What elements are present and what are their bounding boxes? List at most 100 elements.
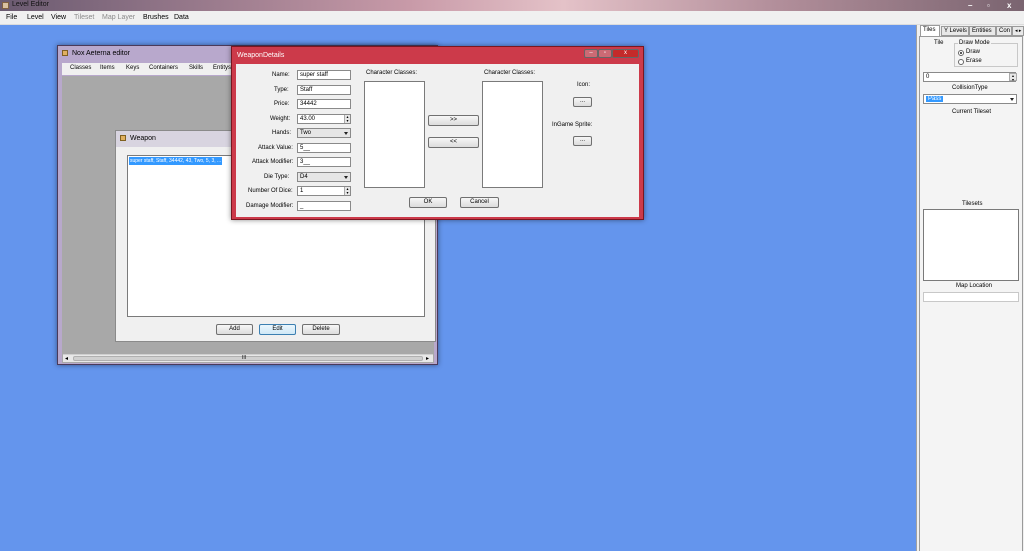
character-classes-right-label: Character Classes: [484, 70, 536, 76]
draw-option-label: Draw [966, 49, 981, 55]
hands-label: Hands: [272, 130, 292, 136]
weapon-list-item[interactable]: super staff, Staff, 34442, 43, Two, 5, 3… [129, 157, 223, 165]
main-window-controls: – ▫ x [960, 0, 1024, 11]
attack-modifier-input[interactable]: 3__ [297, 157, 351, 167]
tab-containers[interactable]: Con [996, 26, 1012, 36]
weapon-details-title: WeaponDetails [237, 52, 285, 59]
tab-entities[interactable]: Entities [969, 26, 996, 36]
details-close-button[interactable]: x [612, 49, 639, 58]
scroll-grip-icon: III [242, 355, 247, 361]
number-of-dice-label: Number Of Dice: [248, 188, 293, 194]
minimize-button[interactable]: – [968, 1, 972, 10]
weapon-details-form: Name: super staff Type: Staff Price: 344… [236, 64, 639, 217]
price-label: Price: [274, 101, 290, 107]
collision-type-label: CollisionType [952, 85, 988, 91]
icon-label: Icon: [577, 82, 591, 88]
ok-button[interactable]: OK [409, 197, 447, 208]
scroll-right-icon[interactable]: ▸ [426, 355, 429, 362]
weapon-window-title: Weapon [130, 135, 156, 142]
weapon-window-icon [120, 135, 126, 141]
nox-menu-containers[interactable]: Containers [149, 65, 178, 71]
close-button[interactable]: x [1007, 1, 1011, 10]
menu-level[interactable]: Level [27, 14, 44, 21]
nox-menu-classes[interactable]: Classes [70, 65, 91, 71]
tiles-tab-body: Tile Draw Mode Draw Erase 0 ▴ ▾ Collision… [919, 36, 1023, 555]
delete-button[interactable]: Delete [302, 324, 340, 335]
chevron-down-icon [344, 132, 348, 135]
attack-modifier-label: Attack Modifier: [252, 159, 294, 165]
maximize-button[interactable]: ▫ [987, 1, 990, 10]
die-type-value: D4 [300, 174, 308, 180]
name-input[interactable]: super staff [297, 70, 351, 80]
tiles-panel: Tiles Y Levels Entities Con ◂ ▸ Tile Dra… [916, 25, 1024, 555]
menu-view[interactable]: View [51, 14, 66, 21]
tilesets-list[interactable] [923, 209, 1019, 281]
sprite-browse-button[interactable]: ... [573, 136, 592, 146]
tab-scroll-arrows[interactable]: ◂ ▸ [1012, 26, 1024, 36]
menu-file[interactable]: File [6, 14, 17, 21]
hands-select[interactable]: Two [297, 128, 351, 138]
number-of-dice-value: 1 [300, 188, 304, 194]
weight-spinner[interactable]: ▴ ▾ [344, 115, 350, 123]
details-minimize-button[interactable]: – [584, 49, 598, 58]
menu-map-layer[interactable]: Map Layer [102, 14, 135, 21]
character-classes-left-label: Character Classes: [366, 70, 418, 76]
cancel-button[interactable]: Cancel [460, 197, 499, 208]
tab-tiles[interactable]: Tiles [920, 25, 940, 36]
details-maximize-button[interactable]: ▫ [598, 49, 612, 58]
die-type-select[interactable]: D4 [297, 172, 351, 182]
tile-number-input[interactable]: 0 [923, 72, 1016, 82]
chevron-down-icon [1010, 98, 1014, 101]
erase-radio[interactable] [958, 59, 964, 65]
menu-bar: File Level View Tileset Map Layer Brushe… [0, 11, 1024, 25]
draw-radio[interactable] [958, 50, 964, 56]
weapon-details-window: WeaponDetails – ▫ x Name: super staff Ty… [231, 46, 644, 220]
menu-brushes[interactable]: Brushes [143, 14, 169, 21]
app-title: Level Editor [12, 1, 49, 8]
tab-y-levels[interactable]: Y Levels [941, 26, 969, 36]
nox-horizontal-scrollbar[interactable]: ◂ III ▸ [63, 354, 433, 362]
menu-data[interactable]: Data [174, 14, 189, 21]
add-class-button[interactable]: >> [428, 115, 479, 126]
damage-modifier-label: Damage Modifier: [246, 203, 294, 209]
scroll-thumb[interactable] [73, 356, 423, 361]
attack-value-input[interactable]: 5__ [297, 143, 351, 153]
icon-browse-button[interactable]: ... [573, 97, 592, 107]
weight-value: 43.00 [300, 116, 316, 122]
type-input[interactable]: Staff [297, 85, 351, 95]
weight-label: Weight: [270, 116, 291, 122]
die-type-label: Die Type: [264, 174, 290, 180]
nox-menu-items[interactable]: Items [100, 65, 115, 71]
erase-option-label: Erase [966, 58, 982, 64]
ingame-sprite-label: InGame Sprite: [552, 122, 593, 128]
tile-number-spinner[interactable]: ▴ ▾ [1009, 73, 1017, 82]
price-input[interactable]: 34442 [297, 99, 351, 109]
edit-button[interactable]: Edit [259, 324, 296, 335]
name-label: Name: [272, 72, 290, 78]
collision-type-value: Pass [926, 96, 944, 102]
damage-modifier-input[interactable]: _ [297, 201, 351, 211]
chevron-down-icon [344, 176, 348, 179]
remove-class-button[interactable]: << [428, 137, 479, 148]
nox-app-icon [62, 50, 68, 56]
attack-value-label: Attack Value: [258, 145, 293, 151]
weapon-details-title-bar: WeaponDetails – ▫ x [232, 47, 643, 63]
app-icon [2, 2, 9, 9]
nox-menu-keys[interactable]: Keys [126, 65, 139, 71]
nox-window-title: Nox Aeterna editor [72, 50, 130, 57]
selected-classes-list[interactable] [482, 81, 543, 188]
number-of-dice-spinner[interactable]: ▴ ▾ [344, 187, 350, 195]
nox-menu-entitys[interactable]: Entitys [213, 65, 231, 71]
type-label: Type: [274, 87, 289, 93]
menu-tileset[interactable]: Tileset [74, 14, 94, 21]
collision-type-select[interactable]: Pass [923, 94, 1017, 104]
scroll-left-icon[interactable]: ◂ [65, 355, 68, 362]
number-of-dice-input[interactable]: 1 ▴ ▾ [297, 186, 351, 196]
tilesets-label: Tilesets [962, 201, 983, 207]
available-classes-list[interactable] [364, 81, 425, 188]
weight-input[interactable]: 43.00 ▴ ▾ [297, 114, 351, 124]
map-location-field [923, 292, 1019, 302]
nox-menu-skills[interactable]: Skills [189, 65, 203, 71]
app-title-bar: Level Editor [0, 0, 1024, 11]
add-button[interactable]: Add [216, 324, 253, 335]
